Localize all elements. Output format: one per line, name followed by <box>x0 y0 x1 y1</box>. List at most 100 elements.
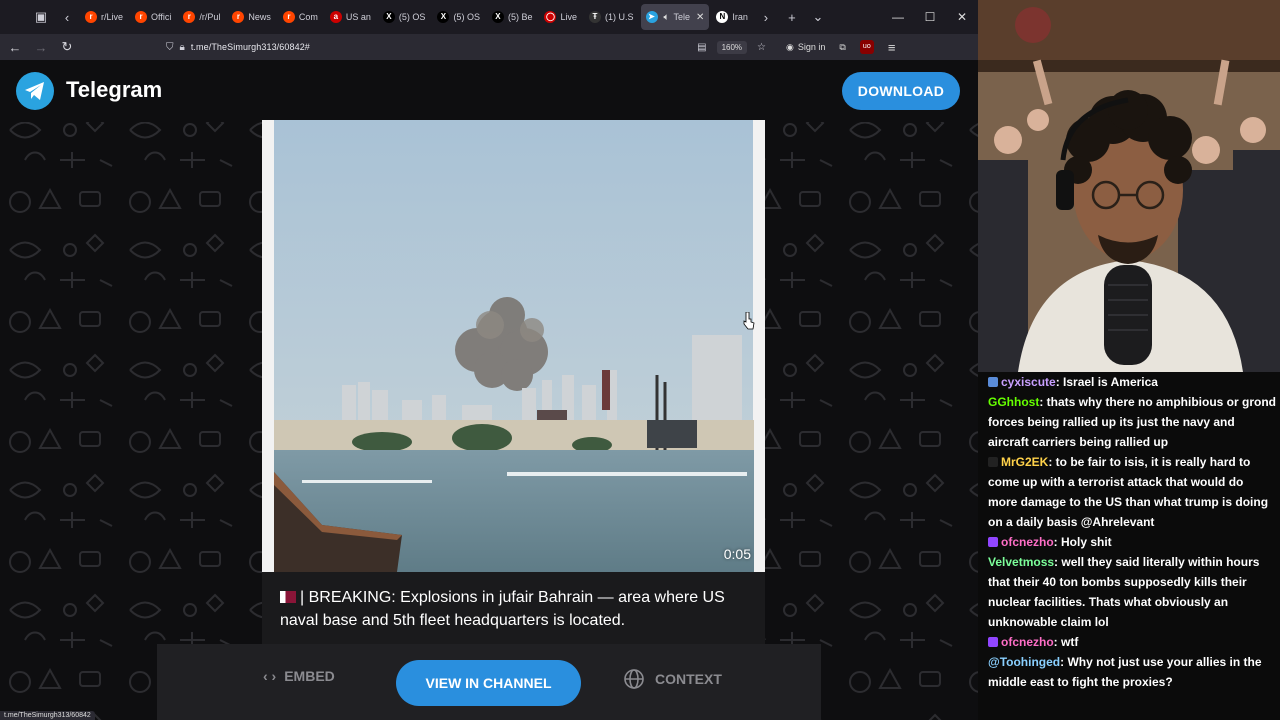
tab-favicon-icon: r <box>85 11 97 23</box>
code-brackets-icon: ‹ › <box>263 668 277 684</box>
sign-in-label: Sign in <box>797 42 826 52</box>
tab-favicon-icon: a <box>329 11 342 23</box>
zoom-level[interactable]: 160% <box>716 40 748 54</box>
chat-username[interactable]: cyxiscute <box>1001 375 1056 389</box>
tab-menu-chevron-icon[interactable]: ⌄ <box>805 4 831 30</box>
video-player[interactable]: 0:05 <box>262 120 765 572</box>
browser-tab[interactable]: X (5) Be <box>487 4 538 30</box>
browser-tab[interactable]: N Iran <box>711 4 753 30</box>
url-bar[interactable]: ⛉ 🔒︎ t.me/TheSimurgh313/60842# ▤ 160% ☆ <box>166 37 766 57</box>
close-window-icon[interactable]: ✕ <box>946 10 978 24</box>
status-url: t.me/TheSimurgh313/60842 <box>0 711 95 720</box>
telegram-title[interactable]: Telegram <box>66 77 162 103</box>
lock-icon[interactable]: 🔒︎ <box>180 42 185 53</box>
account-icon: ◉ <box>786 41 794 52</box>
ublock-icon[interactable]: uo <box>859 40 874 54</box>
chat-username[interactable]: Velvetmoss <box>988 555 1054 569</box>
tab-favicon-icon: ◯ <box>544 11 557 23</box>
chat-message: GGhhost: thats why there no amphibious o… <box>988 392 1276 452</box>
toolbar-right: ◉ Sign in ⧉ uo ≡ <box>786 40 895 55</box>
tab-label: /r/Pul <box>199 12 221 22</box>
menu-icon[interactable]: ≡ <box>888 40 896 55</box>
tab-label: Live <box>560 12 577 22</box>
stream-chat: cyxiscute: Israel is America GGhhost: tha… <box>978 372 1280 720</box>
context-label: CONTEXT <box>655 671 722 687</box>
tab-label: Iran <box>732 12 748 22</box>
chat-username[interactable]: MrG2EK <box>1001 455 1048 469</box>
tab-audio-icon[interactable]: 🔈︎ <box>664 12 670 23</box>
chat-message: ofcnezho: Holy shit <box>988 532 1276 552</box>
browser-tab[interactable]: Ŧ (1) U.S <box>584 4 639 30</box>
browser-tab[interactable]: r News <box>227 4 276 30</box>
tab-list-icon[interactable]: ▣ <box>28 4 54 30</box>
tab-label: US an <box>345 12 371 22</box>
webcam-overlay <box>978 0 1280 372</box>
chat-message: Velvetmoss: well they said literally wit… <box>988 552 1276 632</box>
maximize-icon[interactable]: ☐ <box>914 10 946 24</box>
tab-favicon-icon: ➤ <box>645 11 658 23</box>
chat-badge-icon <box>988 537 998 547</box>
tab-label: Tele <box>673 12 691 22</box>
video-duration: 0:05 <box>723 546 751 562</box>
tab-favicon-icon: r <box>183 11 196 23</box>
tab-bar: ▣ ‹ r r/Live r Offici r/r/Pul r News r Com a US an… <box>0 0 978 34</box>
tab-label: r/Live <box>101 12 124 22</box>
minimize-icon[interactable]: — <box>882 10 914 24</box>
browser-tab[interactable]: r/r/Pul <box>178 4 225 30</box>
back-button[interactable]: ← <box>2 34 28 60</box>
browser-window: ▣ ‹ r r/Live r Offici r/r/Pul r News r Com a US an… <box>0 0 978 720</box>
browser-tab[interactable]: r Com <box>278 4 323 30</box>
tab-favicon-icon: X <box>382 11 395 23</box>
tab-close-icon[interactable]: ✕ <box>696 12 704 23</box>
tab-strip: r r/Live r Offici r/r/Pul r News r Com a US an X (5)… <box>80 4 753 30</box>
chat-username[interactable]: ofcnezho <box>1001 535 1054 549</box>
globe-icon <box>624 669 644 689</box>
chat-badge-icon <box>988 377 998 387</box>
chat-username[interactable]: @Toohinged <box>988 655 1060 669</box>
browser-tab[interactable]: a US an <box>325 4 376 30</box>
tab-label: (1) U.S <box>604 12 634 22</box>
tab-label: (5) Be <box>507 12 533 22</box>
download-button[interactable]: DOWNLOAD <box>842 72 960 110</box>
new-tab-icon[interactable]: + <box>779 4 805 30</box>
url-text[interactable]: t.me/TheSimurgh313/60842# <box>191 42 310 52</box>
bookmark-star-icon[interactable]: ☆ <box>757 42 766 53</box>
sign-in-button[interactable]: ◉ Sign in <box>786 42 825 53</box>
embed-button[interactable]: ‹ › EMBED <box>263 668 335 684</box>
tab-favicon-icon: r <box>135 11 148 23</box>
browser-tab[interactable]: r Offici <box>130 4 176 30</box>
shield-icon[interactable]: ⛉ <box>166 42 174 53</box>
extensions-icon[interactable]: ⧉ <box>839 42 845 53</box>
tab-favicon-icon: r <box>232 11 245 23</box>
chat-text: : Holy shit <box>1053 535 1112 549</box>
reader-mode-icon[interactable]: ▤ <box>697 42 706 53</box>
chat-text: : wtf <box>1053 635 1079 649</box>
tab-favicon-icon: Ŧ <box>588 11 601 23</box>
browser-tab[interactable]: ➤ 🔈︎ Tele ✕ <box>640 4 710 30</box>
post-message-text: | BREAKING: Explosions in jufair Bahrain… <box>280 589 725 629</box>
bahrain-flag-icon <box>280 591 296 603</box>
telegram-logo-icon[interactable] <box>16 72 54 110</box>
telegram-page: Telegram DOWNLOAD 0:05 | BREAKING: Explo… <box>0 60 978 720</box>
view-in-channel-button[interactable]: VIEW IN CHANNEL <box>396 660 581 706</box>
tab-label: Com <box>298 12 318 22</box>
chat-username[interactable]: GGhhost <box>988 395 1039 409</box>
browser-tab[interactable]: X (5) OS <box>378 4 431 30</box>
tab-scroll-left-icon[interactable]: ‹ <box>54 4 80 30</box>
chat-message: MrG2EK: to be fair to isis, it is really… <box>988 452 1276 532</box>
context-button[interactable]: CONTEXT <box>623 668 722 690</box>
post-footer: ‹ › EMBED VIEW IN CHANNEL CONTEXT <box>157 644 821 720</box>
chat-badge-icon <box>988 457 998 467</box>
tab-label: (5) OS <box>453 12 480 22</box>
tab-favicon-icon: X <box>491 11 504 23</box>
browser-tab[interactable]: ◯ Live <box>539 4 582 30</box>
tab-scroll-right-icon[interactable]: › <box>753 4 779 30</box>
forward-button[interactable]: → <box>28 34 54 60</box>
tab-label: (5) OS <box>398 12 426 22</box>
tab-favicon-icon: N <box>716 11 729 23</box>
nav-bar: ← → ↻ ⛉ 🔒︎ t.me/TheSimurgh313/60842# ▤ 1… <box>0 34 978 60</box>
reload-button[interactable]: ↻ <box>54 34 80 60</box>
chat-username[interactable]: ofcnezho <box>1001 635 1054 649</box>
browser-tab[interactable]: r r/Live <box>80 4 128 30</box>
browser-tab[interactable]: X (5) OS <box>432 4 485 30</box>
